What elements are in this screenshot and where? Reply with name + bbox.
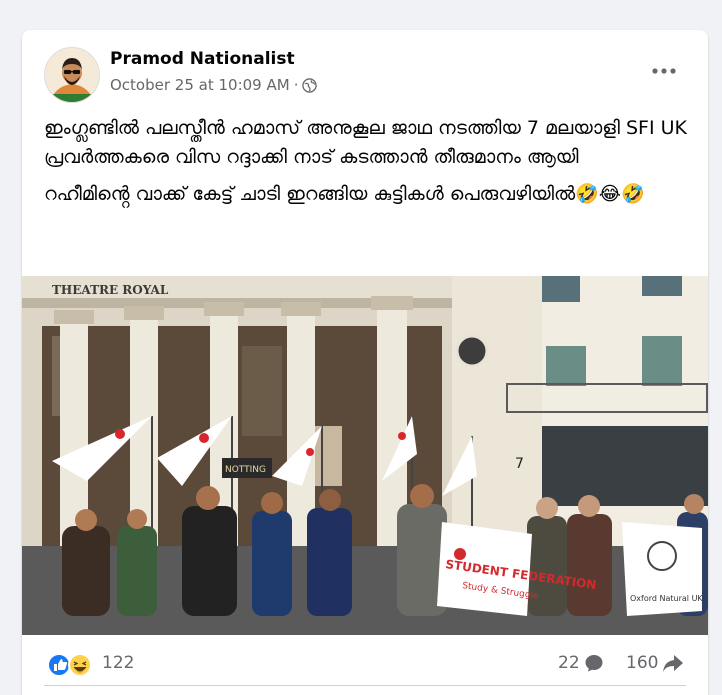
meta-separator: · — [293, 76, 299, 94]
post-footer: 122 22 160 — [22, 640, 708, 690]
protest-scene: THEATRE ROYAL 7 NOTTING STUDENT FEDERATI… — [22, 276, 708, 635]
haha-icon — [68, 653, 92, 677]
post-meta: October 25 at 10:09 AM · — [110, 76, 318, 94]
footer-divider — [44, 685, 686, 686]
post-paragraph-1: ഇംഗ്ലണ്ടിൽ പലസ്തീൻ ഹമാസ് അനുകൂല ജാഥ നടത്… — [44, 117, 687, 168]
avatar-image — [45, 48, 99, 102]
more-horizontal-icon[interactable] — [646, 60, 682, 82]
door-number: 7 — [515, 456, 524, 472]
banner-right-text: Oxford Natural UK — [630, 594, 703, 603]
post-card: Pramod Nationalist October 25 at 10:09 A… — [22, 30, 708, 695]
theatre-sign: THEATRE ROYAL — [52, 283, 169, 297]
comments-count: 22 — [558, 653, 580, 673]
post-paragraph-2: റഹീമിൻ്റെ വാക്ക് കേട്ട് ചാടി ഇറങ്ങിയ കുട… — [44, 183, 645, 205]
comments-count-link[interactable]: 22 — [558, 653, 604, 673]
author-name[interactable]: Pramod Nationalist — [110, 49, 295, 69]
post-timestamp[interactable]: October 25 at 10:09 AM — [110, 76, 290, 94]
reactions-icons[interactable] — [46, 652, 94, 678]
post-text: ഇംഗ്ലണ്ടിൽ പലസ്തീൻ ഹമാസ് അനുകൂല ജാഥ നടത്… — [44, 114, 694, 217]
share-icon — [663, 655, 684, 672]
shares-count-link[interactable]: 160 — [626, 653, 684, 673]
comment-icon — [585, 655, 603, 672]
author-avatar[interactable] — [44, 47, 100, 103]
globe-icon[interactable] — [302, 77, 318, 93]
post-header: Pramod Nationalist October 25 at 10:09 A… — [22, 30, 708, 110]
post-photo[interactable]: THEATRE ROYAL 7 NOTTING STUDENT FEDERATI… — [22, 276, 708, 635]
notting-sign: NOTTING — [225, 465, 266, 475]
like-icon — [47, 653, 71, 677]
reactions-count[interactable]: 122 — [102, 653, 134, 673]
shares-count: 160 — [626, 653, 659, 673]
